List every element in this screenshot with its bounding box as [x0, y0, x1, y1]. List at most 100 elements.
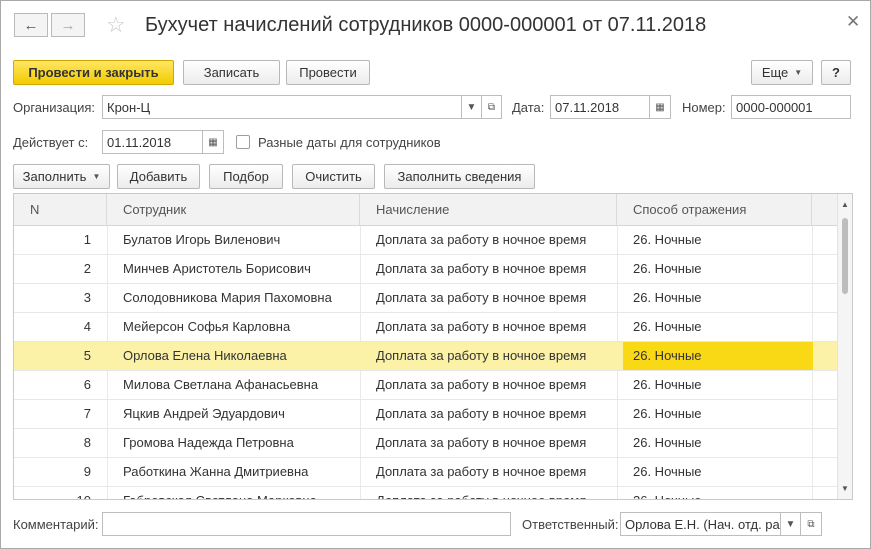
post-and-close-button[interactable]: Провести и закрыть [13, 60, 174, 85]
forward-button[interactable]: → [51, 13, 85, 37]
employee-cell[interactable]: Габровская Светлана Марковна [113, 487, 365, 499]
method-cell[interactable]: 26. Ночные [623, 255, 813, 283]
organization-open-button[interactable]: ⧉ [481, 95, 502, 119]
row-number[interactable]: 9 [14, 458, 106, 486]
employee-cell[interactable]: Работкина Жанна Дмитриевна [113, 458, 365, 486]
close-icon[interactable]: ✕ [846, 12, 860, 32]
back-button[interactable]: ← [14, 13, 48, 37]
post-button[interactable]: Провести [286, 60, 370, 85]
responsible-open-button[interactable]: ⧉ [800, 512, 822, 536]
accrual-cell[interactable]: Доплата за работу в ночное время [366, 400, 623, 428]
accrual-cell[interactable]: Доплата за работу в ночное время [366, 226, 623, 254]
row-number[interactable]: 2 [14, 255, 106, 283]
table-row[interactable]: 3 Солодовникова Мария Пахомовна Доплата за… [14, 284, 838, 313]
employee-cell[interactable]: Булатов Игорь Виленович [113, 226, 365, 254]
method-cell[interactable]: 26. Ночные [623, 458, 813, 486]
scroll-up-icon[interactable]: ▲ [841, 200, 849, 209]
effective-date-calendar-button[interactable]: ▦ [202, 130, 224, 154]
method-cell[interactable]: 26. Ночные [623, 284, 813, 312]
organization-dropdown-button[interactable]: ▼ [461, 95, 482, 119]
row-number[interactable]: 4 [14, 313, 106, 341]
method-cell[interactable]: 26. Ночные [623, 487, 813, 499]
column-header-method[interactable]: Способ отражения [617, 194, 812, 225]
employee-cell[interactable]: Мейерсон Софья Карловна [113, 313, 365, 341]
method-cell[interactable]: 26. Ночные [623, 226, 813, 254]
calendar-icon: ▦ [655, 101, 665, 113]
different-dates-checkbox[interactable] [236, 135, 250, 149]
row-number[interactable]: 8 [14, 429, 106, 457]
fill-button[interactable]: Заполнить ▼ [13, 164, 110, 189]
more-button[interactable]: Еще ▼ [751, 60, 813, 85]
favorite-star-icon[interactable]: ☆ [106, 12, 126, 38]
number-field[interactable]: 0000-000001 [731, 95, 851, 119]
table-row[interactable]: 8 Громова Надежда Петровна Доплата за рабо… [14, 429, 838, 458]
more-label: Еще [761, 65, 789, 80]
chevron-down-icon: ▼ [794, 68, 803, 77]
responsible-label: Ответственный: [522, 517, 619, 532]
method-cell[interactable]: 26. Ночные [623, 371, 813, 399]
fill-info-button[interactable]: Заполнить сведения [384, 164, 535, 189]
column-header-accrual[interactable]: Начисление [360, 194, 617, 225]
employee-cell[interactable]: Орлова Елена Николаевна [113, 342, 365, 370]
save-button[interactable]: Записать [183, 60, 280, 85]
help-button[interactable]: ? [821, 60, 851, 85]
row-number[interactable]: 7 [14, 400, 106, 428]
effective-date-field[interactable]: 01.11.2018 [102, 130, 203, 154]
different-dates-label: Разные даты для сотрудников [258, 135, 441, 150]
accrual-cell[interactable]: Доплата за работу в ночное время [366, 342, 623, 370]
row-number[interactable]: 10 [14, 487, 106, 499]
accrual-cell[interactable]: Доплата за работу в ночное время [366, 458, 623, 486]
table-body: 1 Булатов Игорь Виленович Доплата за работ… [14, 226, 838, 499]
effective-date-label: Действует с: [13, 135, 89, 150]
comment-field[interactable] [102, 512, 511, 536]
table-row[interactable]: 5 Орлова Елена Николаевна Доплата за работ… [14, 342, 838, 371]
responsible-dropdown-button[interactable]: ▼ [780, 512, 801, 536]
method-cell[interactable]: 26. Ночные [623, 429, 813, 457]
accrual-cell[interactable]: Доплата за работу в ночное время [366, 429, 623, 457]
accruals-table[interactable]: N Сотрудник Начисление Способ отражения … [13, 193, 853, 500]
accrual-cell[interactable]: Доплата за работу в ночное время [366, 284, 623, 312]
table-row[interactable]: 10 Габровская Светлана МарковнаДоплата за… [14, 487, 838, 499]
row-number[interactable]: 5 [14, 342, 106, 370]
employee-cell[interactable]: Громова Надежда Петровна [113, 429, 365, 457]
employee-cell[interactable]: Солодовникова Мария Пахомовна [113, 284, 365, 312]
number-label: Номер: [682, 100, 726, 115]
clear-button[interactable]: Очистить [292, 164, 375, 189]
fill-label: Заполнить [22, 169, 87, 184]
table-row[interactable]: 2 Минчев Аристотель Борисович Доплата за р… [14, 255, 838, 284]
table-row[interactable]: 1 Булатов Игорь Виленович Доплата за работ… [14, 226, 838, 255]
column-header-employee[interactable]: Сотрудник [107, 194, 360, 225]
vertical-scrollbar[interactable]: ▲ ▼ [837, 194, 852, 499]
row-number[interactable]: 1 [14, 226, 106, 254]
employee-cell[interactable]: Минчев Аристотель Борисович [113, 255, 365, 283]
scroll-down-icon[interactable]: ▼ [841, 484, 849, 493]
date-field[interactable]: 07.11.2018 [550, 95, 650, 119]
employee-cell[interactable]: Яцкив Андрей Эдуардович [113, 400, 365, 428]
arrow-left-icon: ← [23, 16, 39, 34]
accrual-cell[interactable]: Доплата за работу в ночное время [366, 313, 623, 341]
accrual-cell[interactable]: Доплата за работу в ночное время [366, 487, 623, 499]
organization-field[interactable]: Крон-Ц [102, 95, 462, 119]
table-row[interactable]: 9 Работкина Жанна Дмитриевна Доплата за ра… [14, 458, 838, 487]
add-button[interactable]: Добавить [117, 164, 200, 189]
pick-button[interactable]: Подбор [209, 164, 283, 189]
scroll-thumb[interactable] [842, 218, 848, 294]
table-row[interactable]: 4 Мейерсон Софья Карловна Доплата за работ… [14, 313, 838, 342]
method-cell[interactable]: 26. Ночные [623, 400, 813, 428]
responsible-field[interactable]: Орлова Е.Н. (Нач. отд. ра [620, 512, 781, 536]
open-form-icon: ⧉ [487, 101, 496, 113]
accrual-cell[interactable]: Доплата за работу в ночное время [366, 371, 623, 399]
method-cell[interactable]: 26. Ночные [623, 342, 813, 370]
row-number[interactable]: 6 [14, 371, 106, 399]
chevron-down-icon: ▼ [92, 172, 101, 181]
employee-cell[interactable]: Милова Светлана Афанасьевна [113, 371, 365, 399]
accrual-cell[interactable]: Доплата за работу в ночное время [366, 255, 623, 283]
row-number[interactable]: 3 [14, 284, 106, 312]
table-row[interactable]: 6 Милова Светлана Афанасьевна Доплата за р… [14, 371, 838, 400]
table-row[interactable]: 7 Яцкив Андрей Эдуардович Доплата за работ… [14, 400, 838, 429]
comment-label: Комментарий: [13, 517, 99, 532]
calendar-icon: ▦ [208, 136, 218, 148]
method-cell[interactable]: 26. Ночные [623, 313, 813, 341]
column-header-n[interactable]: N [14, 194, 107, 225]
date-calendar-button[interactable]: ▦ [649, 95, 671, 119]
